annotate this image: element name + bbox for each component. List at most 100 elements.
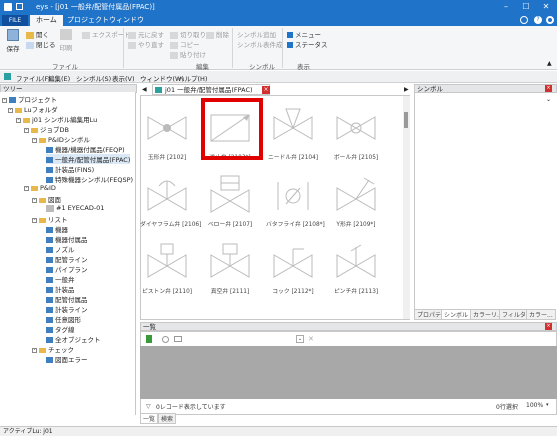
maximize-button[interactable]: ☐	[517, 1, 535, 13]
save-button[interactable]: 保存	[5, 29, 21, 53]
needle-valve-icon	[273, 108, 313, 140]
tree-item[interactable]: タグ線	[46, 324, 75, 334]
paste-button[interactable]: 貼り付け	[170, 49, 206, 59]
close-tab-icon[interactable]: ×	[262, 86, 270, 94]
tree-item[interactable]: 計装ライン	[46, 304, 88, 314]
tree-item[interactable]: - j01 シンボル編集用Lu	[16, 114, 97, 124]
tree-item[interactable]: 配管付属品	[46, 294, 88, 304]
menu-view[interactable]: 表示(V)	[112, 73, 135, 83]
folder-icon	[39, 217, 46, 223]
tree-item[interactable]: 配管ライン	[46, 254, 88, 264]
cut-button[interactable]: 切り取り	[170, 29, 206, 39]
tree-item[interactable]: 全オブジェクト	[46, 334, 101, 344]
settings-icon[interactable]	[546, 16, 554, 24]
symbol-tile-piston-valve[interactable]: ピストン弁 [2110]	[140, 237, 194, 295]
nav-right-icon[interactable]: ▶	[404, 86, 409, 93]
tree-item[interactable]: - リスト	[32, 214, 68, 224]
tab-list[interactable]: 一覧	[140, 413, 159, 424]
tree-item[interactable]: - 図面	[32, 194, 61, 204]
cart-icon[interactable]	[174, 336, 182, 342]
copy-button[interactable]: コピー	[170, 39, 200, 49]
symbol-tile-globe-valve[interactable]: 玉形弁 [2102]	[140, 103, 194, 161]
dropdown-chevron-icon[interactable]: ⌄	[296, 335, 304, 343]
user-icon[interactable]	[520, 16, 528, 24]
symbol-tile-bellows-valve[interactable]: ベロー弁 [2107]	[203, 170, 257, 228]
symbol-tile-cock[interactable]: コック [2112*]	[266, 237, 320, 295]
scrollbar-thumb[interactable]	[404, 112, 408, 128]
tree-item[interactable]: - P&ID	[24, 184, 56, 192]
panel-close-icon[interactable]: ×	[545, 85, 552, 92]
symbol-conditions-button[interactable]: シンボル表件成	[237, 39, 283, 49]
redo-button[interactable]: やり直す	[128, 39, 164, 49]
symbol-check-button[interactable]: シンボル追加	[237, 29, 276, 39]
delete-icon[interactable]: ✕	[308, 335, 314, 343]
close-window-button[interactable]: ✕	[537, 1, 555, 13]
tree-item[interactable]: - P&IDシンボル	[32, 134, 90, 144]
tree-item[interactable]: ノズル	[46, 244, 75, 254]
cock-icon	[273, 248, 313, 278]
tree-item[interactable]: 図面エラー	[46, 354, 88, 364]
app-logo-icon	[4, 3, 12, 11]
tree-item[interactable]: 任意図形	[46, 314, 81, 324]
zoom-level[interactable]: 100%	[526, 402, 543, 409]
status-checkbox[interactable]: ステータス	[287, 39, 328, 49]
nav-left-icon[interactable]: ◀	[142, 86, 147, 93]
delete-button[interactable]: 削除	[206, 29, 229, 39]
tab-search[interactable]: 検索	[158, 413, 177, 424]
tree-item[interactable]: 特殊機器シンボル(FEQSP)	[46, 174, 133, 184]
symbol-tile-vacuum-valve[interactable]: 真空弁 [2111]	[203, 237, 257, 295]
help-icon[interactable]: ?	[534, 16, 542, 24]
tree-item[interactable]: 一般弁	[46, 274, 75, 284]
tab-symbol[interactable]: シンボル	[441, 309, 472, 320]
symbol-tile-y-valve[interactable]: Y形弁 [2109*]	[329, 170, 383, 228]
list-icon	[46, 337, 53, 343]
tree-item[interactable]: - Luフォルダ	[8, 104, 58, 114]
close-button[interactable]: 閉じる	[26, 39, 56, 49]
panel-close-icon[interactable]: ×	[545, 323, 552, 330]
refresh-icon[interactable]	[162, 336, 169, 343]
menu-edit[interactable]: 編集(E)	[48, 73, 70, 83]
tree-item[interactable]: パイプラン	[46, 264, 88, 274]
right-panel-header: シンボル	[414, 84, 557, 93]
symbol-tile-ball-valve[interactable]: ボール弁 [2105]	[329, 103, 383, 161]
undo-button[interactable]: 元に戻す	[128, 29, 164, 39]
file-app-tab[interactable]: FILE	[2, 15, 28, 26]
menu-symbol[interactable]: シンボル(S)	[76, 73, 111, 83]
tree-item-selected[interactable]: 一般弁/配管付属品(FPAC)	[46, 154, 131, 164]
tree-item[interactable]: - プロジェクト	[2, 94, 57, 104]
tab-window[interactable]: ウィンドウ	[103, 15, 150, 26]
tree-item[interactable]: 機器付属品	[46, 234, 88, 244]
print-button[interactable]: 印刷	[58, 29, 74, 52]
tree-item[interactable]: 計装品(FINS)	[46, 164, 94, 174]
menu-file[interactable]: ファイル(F)	[16, 73, 51, 83]
dropdown-chevron-icon[interactable]: ⌄	[546, 96, 551, 103]
collapse-ribbon-icon[interactable]: ▲	[547, 60, 552, 67]
symbol-tile-needle-valve[interactable]: ニードル弁 [2104]	[266, 103, 320, 161]
menu-checkbox[interactable]: メニュー	[287, 29, 321, 39]
delete-icon	[206, 31, 214, 39]
zoom-dropdown-icon[interactable]: ▾	[546, 402, 549, 408]
bellows-valve-icon	[210, 175, 250, 213]
symbol-tile-pinch-valve[interactable]: ピンチ弁 [2113]	[329, 237, 383, 295]
tree-item[interactable]: #1 EYECAD-01	[46, 204, 104, 212]
symbol-tile-diaphragm-valve[interactable]: ダイヤフラム弁 [2106]	[140, 170, 201, 228]
quick-save-icon[interactable]	[16, 3, 23, 10]
document-tab[interactable]: j01 一般弁/配管付属品(FPAC)	[152, 84, 270, 95]
open-button[interactable]: 開く	[26, 29, 49, 39]
tab-color[interactable]: カラー...	[526, 309, 556, 320]
menu-help[interactable]: ヘルプ(H)	[178, 73, 207, 83]
minimize-button[interactable]: –	[497, 1, 515, 13]
status-bar: アクティブLu: j01	[0, 426, 557, 436]
scrollbar[interactable]	[403, 96, 410, 319]
tree-item[interactable]: 機器/機器付属品(FEQP)	[46, 144, 125, 154]
symbol-tile-butterfly-valve[interactable]: バタフライ弁 [2108*]	[266, 170, 325, 228]
tree-item[interactable]: - ジョブDB	[24, 124, 69, 134]
symbol-doc-icon	[155, 87, 162, 93]
tree-item[interactable]: 計装品	[46, 284, 75, 294]
group-symbol-label: シンボル	[249, 63, 275, 71]
tree-item[interactable]: 機器	[46, 224, 68, 234]
tree-item[interactable]: - チェック	[32, 344, 74, 354]
tab-home[interactable]: ホーム	[30, 15, 63, 26]
folder-icon	[15, 107, 22, 113]
filter-icon[interactable]	[146, 335, 152, 343]
